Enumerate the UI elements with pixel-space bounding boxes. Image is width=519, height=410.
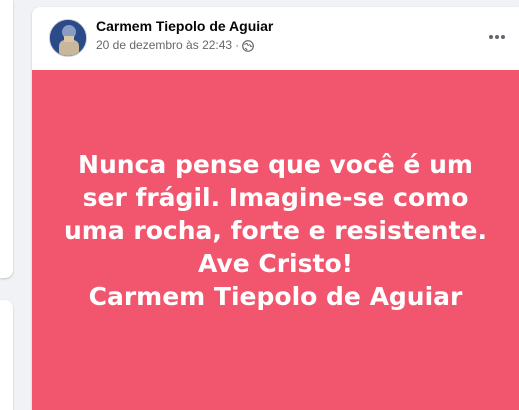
post-text-line: Carmem Tiepolo de Aguiar xyxy=(88,282,463,311)
post-text-background: Nunca pense que você é um ser frágil. Ima… xyxy=(32,70,519,410)
left-card xyxy=(0,0,13,278)
avatar-image xyxy=(50,20,86,56)
post-timestamp[interactable]: 20 de dezembro às 22:43 xyxy=(96,38,232,52)
post-text-line: uma rocha, forte e resistente. xyxy=(64,216,487,245)
post-text: Nunca pense que você é um ser frágil. Ima… xyxy=(32,148,519,313)
post-card: Carmem Tiepolo de Aguiar 20 de dezembro … xyxy=(32,7,519,410)
post-text-line: ser frágil. Imagine-se como xyxy=(82,183,469,212)
post-header: Carmem Tiepolo de Aguiar 20 de dezembro … xyxy=(32,7,519,70)
post-meta: 20 de dezembro às 22:43 · xyxy=(96,38,255,52)
left-card-lower xyxy=(0,300,13,410)
meta-separator: · xyxy=(235,38,240,52)
post-text-line: Ave Cristo! xyxy=(197,249,354,278)
post-text-line: Nunca pense que você é um xyxy=(78,150,473,179)
more-options-icon[interactable] xyxy=(487,27,507,47)
globe-icon[interactable] xyxy=(242,39,255,52)
avatar[interactable] xyxy=(49,19,87,57)
author-name[interactable]: Carmem Tiepolo de Aguiar xyxy=(96,18,273,34)
